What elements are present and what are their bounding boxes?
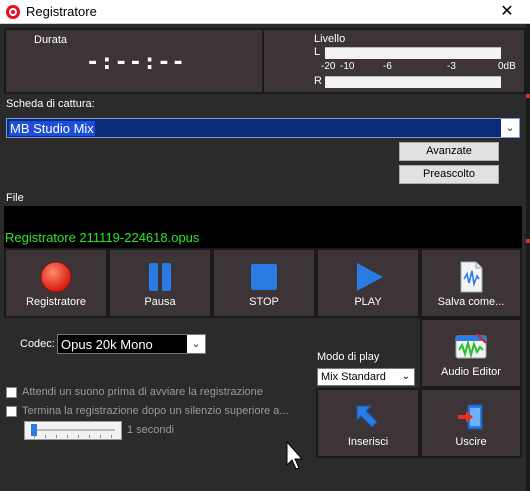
wait-sound-checkbox[interactable] [6,387,17,398]
right-channel-label: R [314,75,322,87]
mouse-cursor-icon [286,441,304,470]
duration-label: Durata [34,34,68,46]
exit-button[interactable]: Uscire [420,388,522,458]
play-button-label: PLAY [354,296,382,308]
level-panel: Livello L -20 -10 -6 -3 0dB R [262,28,526,94]
insert-button-label: Inserisci [347,436,389,448]
meter-scale-3: -3 [447,61,456,72]
codec-label: Codec: [20,338,55,350]
play-mode-label: Modo di play [317,351,380,363]
chevron-down-icon[interactable]: ⌄ [501,119,519,137]
stop-button[interactable]: STOP [212,248,316,318]
meter-scale-10: -10 [340,61,355,72]
slider-track [31,429,115,431]
audio-editor-label: Audio Editor [441,366,501,378]
pause-button-label: Pausa [144,296,176,308]
record-app-icon [6,5,20,19]
stop-icon [251,264,277,290]
save-as-button[interactable]: Salva come... [420,248,522,318]
chevron-down-icon[interactable]: ⌄ [398,369,414,385]
wait-sound-label: Attendi un suono prima di avviare la reg… [22,386,263,398]
silence-value: 1 secondi [127,424,175,436]
file-name-box: Registratore 211119-224618.opus [4,206,522,248]
save-audio-icon [460,261,483,293]
meter-scale-0db: 0dB [498,61,516,72]
play-icon [357,263,383,291]
codec-select[interactable]: Opus 20k Mono ⌄ [57,334,206,354]
left-channel-label: L [314,46,321,58]
level-label: Livello [314,33,346,45]
close-button[interactable]: ✕ [484,0,530,24]
file-name: Registratore 211119-224618.opus [5,230,200,245]
capture-label: Scheda di cattura: [6,98,95,110]
record-button-label: Registratore [26,296,86,308]
title-bar: Registratore ✕ [0,0,530,24]
meter-scale-20: -20 [321,61,336,72]
meter-scale-6: -6 [383,61,392,72]
play-button[interactable]: PLAY [316,248,420,318]
silence-slider[interactable] [24,421,122,440]
insert-arrow-icon [356,405,378,428]
save-as-button-label: Salva come... [437,296,505,308]
stop-silence-label: Termina la registrazione dopo un silenzi… [22,405,289,417]
play-mode-select[interactable]: Mix Standard ⌄ [317,368,415,386]
window-title: Registratore [26,4,97,19]
audio-editor-icon [455,333,487,359]
chevron-down-icon[interactable]: ⌄ [187,335,205,353]
file-label: File [6,192,24,204]
pause-icon [149,263,171,291]
insert-button[interactable]: Inserisci [316,388,420,458]
exit-button-label: Uscire [455,436,487,448]
right-level-meter [325,76,501,88]
advanced-button[interactable]: Avanzate [399,142,499,161]
preview-button[interactable]: Preascolto [399,165,499,184]
stop-button-label: STOP [249,296,279,308]
window-edge [526,24,530,491]
record-icon [40,261,72,293]
record-button[interactable]: Registratore [4,248,108,318]
audio-editor-button[interactable]: Audio Editor [420,318,522,388]
pause-button[interactable]: Pausa [108,248,212,318]
capture-device-value: MB Studio Mix [9,121,95,136]
codec-value: Opus 20k Mono [61,337,153,352]
capture-device-select[interactable]: MB Studio Mix ⌄ [6,118,520,138]
left-level-meter [325,47,501,59]
duration-panel: Durata -:--:-- [4,28,264,94]
play-mode-value: Mix Standard [321,371,386,383]
duration-value: -:--:-- [86,50,186,75]
stop-silence-checkbox[interactable] [6,406,17,417]
exit-door-icon [458,404,483,430]
